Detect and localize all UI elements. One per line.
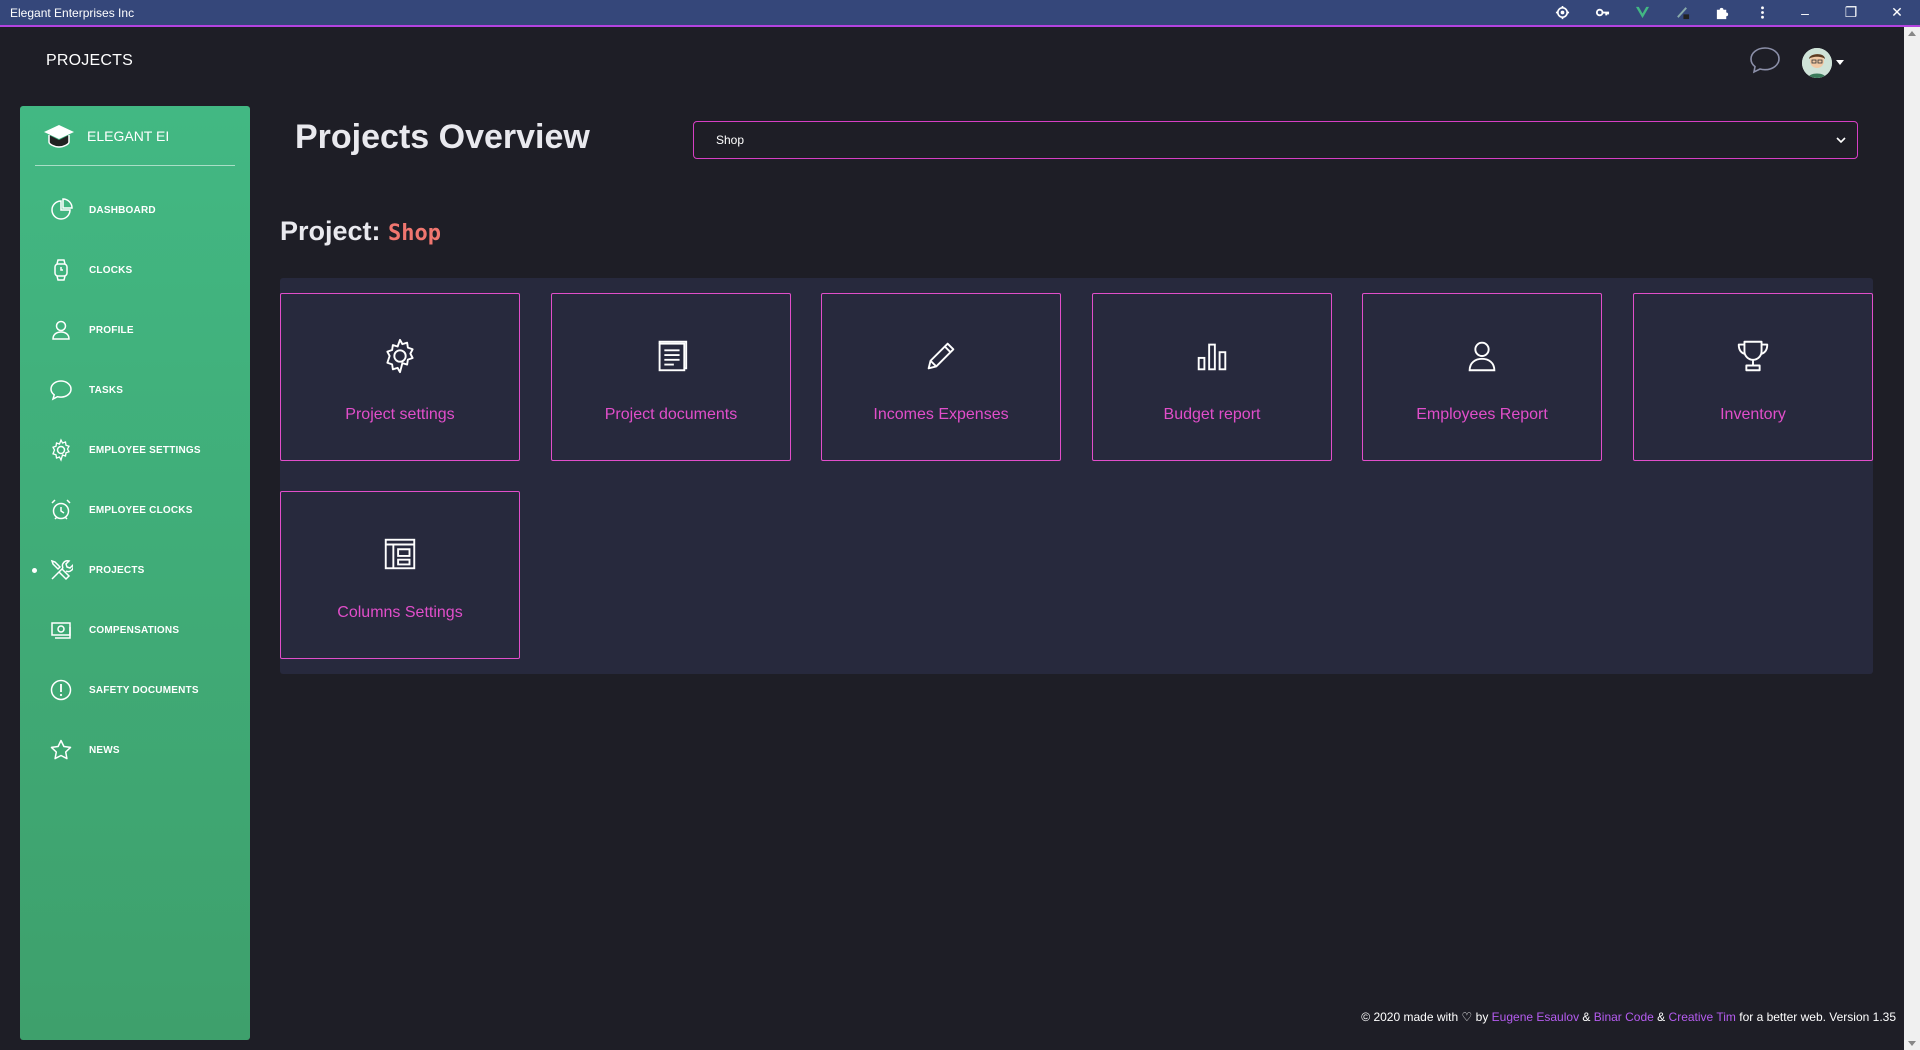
window-title: Elegant Enterprises Inc xyxy=(10,5,135,20)
project-select-value: Shop xyxy=(716,133,745,147)
tools-icon xyxy=(48,557,74,583)
sidebar-logo[interactable]: ELEGANT EI xyxy=(35,106,235,166)
sidebar-item-label: EMPLOYEE CLOCKS xyxy=(89,504,193,516)
key-icon[interactable] xyxy=(1582,0,1622,26)
card-incomes-expenses[interactable]: Incomes Expenses xyxy=(821,293,1061,461)
sidebar-item-news[interactable]: NEWS xyxy=(20,720,250,780)
sidebar-item-label: DASHBOARD xyxy=(89,204,156,216)
footer-suffix: for a better web. Version 1.35 xyxy=(1739,1010,1896,1024)
trophy-icon xyxy=(1733,336,1773,376)
pencil-icon xyxy=(921,336,961,376)
project-cards-panel: Project settings Project documents Incom… xyxy=(280,278,1873,674)
location-icon[interactable] xyxy=(1542,0,1582,26)
sidebar-item-employee-clocks[interactable]: EMPLOYEE CLOCKS xyxy=(20,480,250,540)
columns-layout-icon xyxy=(380,534,420,574)
card-label: Project settings xyxy=(345,406,455,423)
pie-chart-icon xyxy=(48,197,74,223)
star-icon xyxy=(48,737,74,763)
close-button[interactable]: ✕ xyxy=(1874,0,1920,26)
footer-prefix: © 2020 made with xyxy=(1361,1010,1459,1024)
sidebar-item-label: TASKS xyxy=(89,384,124,396)
chat-icon[interactable] xyxy=(1748,45,1782,80)
document-icon xyxy=(651,336,691,376)
navbar-actions xyxy=(1748,45,1844,80)
graduation-cap-icon xyxy=(44,124,74,148)
window-titlebar: Elegant Enterprises Inc – ❐ ✕ xyxy=(0,0,1920,27)
sidebar-menu: DASHBOARD CLOCKS PROFILE TASKS EMPLOYEE … xyxy=(20,180,250,780)
sidebar-item-clocks[interactable]: CLOCKS xyxy=(20,240,250,300)
footer: © 2020 made with ♡ by Eugene Esaulov & B… xyxy=(1361,1010,1896,1024)
navbar-brand[interactable]: PROJECTS xyxy=(46,52,133,70)
sidebar-item-label: COMPENSATIONS xyxy=(89,624,180,636)
gear-icon xyxy=(380,336,420,376)
card-columns-settings[interactable]: Columns Settings xyxy=(280,491,520,659)
page-title: Projects Overview xyxy=(295,118,590,156)
watch-icon xyxy=(48,257,74,283)
sidebar: ELEGANT EI DASHBOARD CLOCKS PROFILE TASK… xyxy=(20,106,250,1040)
extension-toolbar xyxy=(1542,0,1782,25)
card-label: Inventory xyxy=(1720,406,1786,423)
card-label: Budget report xyxy=(1163,406,1261,423)
sidebar-item-compensations[interactable]: COMPENSATIONS xyxy=(20,600,250,660)
sidebar-item-profile[interactable]: PROFILE xyxy=(20,300,250,360)
card-project-settings[interactable]: Project settings xyxy=(280,293,520,461)
gear-icon xyxy=(48,437,74,463)
footer-amp: & xyxy=(1657,1010,1666,1024)
chat-bubble-icon xyxy=(48,377,74,403)
sidebar-logo-text: ELEGANT EI xyxy=(87,127,170,144)
sidebar-item-tasks[interactable]: TASKS xyxy=(20,360,250,420)
card-project-documents[interactable]: Project documents xyxy=(551,293,791,461)
chevron-down-icon xyxy=(1836,137,1846,144)
sidebar-item-label: EMPLOYEE SETTINGS xyxy=(89,444,201,456)
card-employees-report[interactable]: Employees Report xyxy=(1362,293,1602,461)
project-label: Project: xyxy=(280,216,381,246)
user-menu[interactable] xyxy=(1802,47,1844,78)
card-label: Incomes Expenses xyxy=(873,406,1009,423)
project-heading: Project: Shop xyxy=(280,216,441,247)
restore-button[interactable]: ❐ xyxy=(1828,0,1874,26)
heart-icon: ♡ xyxy=(1461,1010,1473,1024)
top-navbar: PROJECTS xyxy=(0,27,1904,97)
sidebar-item-safety-documents[interactable]: SAFETY DOCUMENTS xyxy=(20,660,250,720)
vue-icon[interactable] xyxy=(1622,0,1662,26)
card-label: Employees Report xyxy=(1416,406,1548,423)
active-indicator xyxy=(32,568,37,573)
sidebar-item-label: PROFILE xyxy=(89,324,134,336)
alert-circle-icon xyxy=(48,677,74,703)
bar-chart-icon xyxy=(1192,336,1232,376)
card-inventory[interactable]: Inventory xyxy=(1633,293,1873,461)
kebab-menu-icon[interactable] xyxy=(1742,0,1782,26)
avatar[interactable] xyxy=(1802,47,1832,78)
user-icon xyxy=(48,317,74,343)
sidebar-item-employee-settings[interactable]: EMPLOYEE SETTINGS xyxy=(20,420,250,480)
footer-author-link[interactable]: Eugene Esaulov xyxy=(1492,1010,1579,1024)
card-budget-report[interactable]: Budget report xyxy=(1092,293,1332,461)
footer-company-link[interactable]: Binar Code xyxy=(1594,1010,1654,1024)
sidebar-item-label: CLOCKS xyxy=(89,264,133,276)
scroll-down-icon[interactable] xyxy=(1908,1041,1916,1046)
card-label: Columns Settings xyxy=(337,604,463,621)
minimize-button[interactable]: – xyxy=(1782,0,1828,26)
puzzle-icon[interactable] xyxy=(1702,0,1742,26)
sidebar-item-label: NEWS xyxy=(89,744,120,756)
footer-creative-link[interactable]: Creative Tim xyxy=(1669,1010,1736,1024)
pen-icon[interactable] xyxy=(1662,0,1702,26)
sidebar-item-label: PROJECTS xyxy=(89,564,145,576)
card-label: Project documents xyxy=(604,406,738,423)
chevron-down-icon xyxy=(1836,60,1844,65)
project-name: Shop xyxy=(388,221,442,246)
money-icon xyxy=(48,617,74,643)
sidebar-item-projects[interactable]: PROJECTS xyxy=(20,540,250,600)
user-icon xyxy=(1462,336,1502,376)
project-select[interactable]: Shop xyxy=(693,121,1858,159)
footer-amp: & xyxy=(1582,1010,1591,1024)
footer-by: by xyxy=(1475,1010,1489,1024)
sidebar-item-dashboard[interactable]: DASHBOARD xyxy=(20,180,250,240)
page-scrollbar[interactable] xyxy=(1904,27,1920,1050)
alarm-clock-icon xyxy=(48,497,74,523)
scroll-up-icon[interactable] xyxy=(1908,31,1916,36)
sidebar-item-label: SAFETY DOCUMENTS xyxy=(89,684,199,696)
